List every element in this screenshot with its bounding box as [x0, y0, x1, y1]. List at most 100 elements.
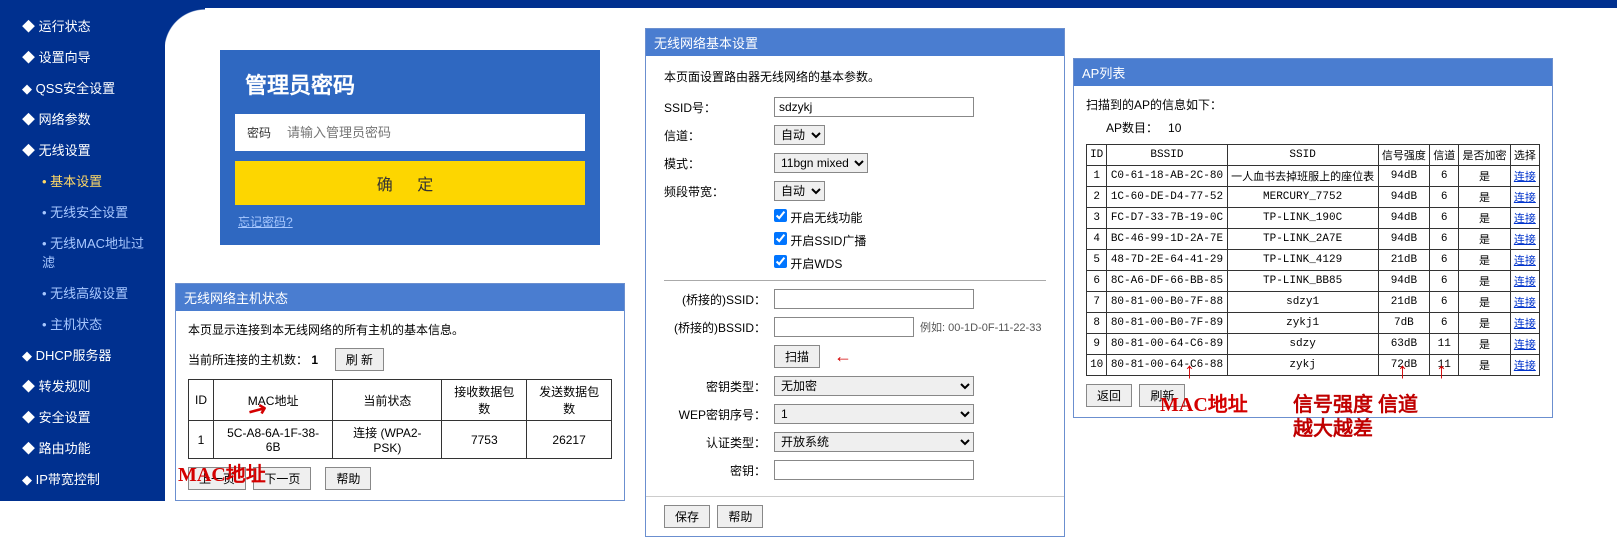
table-header: 当前状态: [333, 380, 442, 421]
connect-link[interactable]: 连接: [1514, 319, 1536, 331]
ap-table: IDBSSIDSSID信号强度信道是否加密选择 1C0-61-18-AB-2C-…: [1086, 144, 1540, 376]
bridge-bssid-label: (桥接的)BSSID：: [664, 319, 774, 336]
auth-type-label: 认证类型：: [664, 434, 774, 451]
panel-title: AP列表: [1074, 59, 1552, 86]
sidebar-item[interactable]: ◆ IP与MAC绑定: [0, 494, 165, 525]
host-desc: 本页显示连接到本无线网络的所有主机的基本信息。: [188, 321, 612, 338]
connect-link[interactable]: 连接: [1514, 256, 1536, 268]
bridge-bssid-input[interactable]: [774, 317, 914, 337]
bandwidth-label: 频段带宽：: [664, 183, 774, 200]
table-header: 信道: [1430, 145, 1459, 166]
wep-idx-select[interactable]: 1: [774, 404, 974, 424]
channel-select[interactable]: 自动: [774, 125, 825, 145]
table-row: 68C-A6-DF-66-BB-85TP-LINK_BB8594dB6是连接: [1087, 271, 1540, 292]
table-header: SSID: [1227, 145, 1378, 166]
refresh-button[interactable]: 刷 新: [335, 348, 384, 371]
connect-link[interactable]: 连接: [1514, 172, 1536, 184]
table-row: 3FC-D7-33-7B-19-0CTP-LINK_190C94dB6是连接: [1087, 208, 1540, 229]
sidebar-item[interactable]: ◆ 转发规则: [0, 370, 165, 401]
password-input[interactable]: [287, 125, 573, 140]
table-row: 15C-A8-6A-1F-38-6B连接 (WPA2-PSK)775326217: [189, 421, 612, 459]
ap-list-panel: AP列表 扫描到的AP的信息如下： AP数目： 10 IDBSSIDSSID信号…: [1073, 58, 1553, 418]
host-table: IDMAC地址当前状态接收数据包数发送数据包数 15C-A8-6A-1F-38-…: [188, 379, 612, 459]
enable-wds-checkbox[interactable]: [774, 255, 787, 268]
table-row: 880-81-00-B0-7F-89zykj17dB6是连接: [1087, 313, 1540, 334]
back-button[interactable]: 返回: [1086, 384, 1132, 407]
arrow-icon: ↑: [1397, 358, 1408, 384]
sidebar-item[interactable]: ◆ 网络参数: [0, 103, 165, 134]
table-header: MAC地址: [214, 380, 333, 421]
wireless-settings-panel: 无线网络基本设置 本页面设置路由器无线网络的基本参数。 SSID号： 信道：自动…: [645, 28, 1065, 537]
forgot-password-link[interactable]: 忘记密码?: [220, 205, 311, 230]
table-header: 接收数据包数: [442, 380, 527, 421]
auth-type-select[interactable]: 开放系统: [774, 432, 974, 452]
panel-title: 无线网络基本设置: [646, 29, 1064, 56]
connect-link[interactable]: 连接: [1514, 214, 1536, 226]
password-label: 密码: [247, 124, 287, 141]
sidebar-item[interactable]: ◆ DHCP服务器: [0, 339, 165, 370]
arrow-icon: ←: [834, 346, 852, 367]
key-label: 密钥：: [664, 462, 774, 479]
sidebar-item[interactable]: ◆ 安全设置: [0, 401, 165, 432]
login-submit-button[interactable]: 确 定: [235, 161, 585, 205]
connect-link[interactable]: 连接: [1514, 277, 1536, 289]
save-button[interactable]: 保存: [664, 505, 710, 528]
connect-link[interactable]: 连接: [1514, 340, 1536, 352]
chk-label: 开启无线功能: [790, 211, 862, 225]
channel-label: 信道：: [664, 127, 774, 144]
arrow-icon: ↑: [1184, 358, 1195, 384]
mode-select[interactable]: 11bgn mixed: [774, 153, 868, 173]
scan-button[interactable]: 扫描: [774, 345, 820, 368]
sidebar-item[interactable]: • 无线高级设置: [0, 277, 165, 308]
bandwidth-select[interactable]: 自动: [774, 181, 825, 201]
connect-link[interactable]: 连接: [1514, 235, 1536, 247]
ap-desc: 扫描到的AP的信息如下：: [1086, 96, 1540, 113]
help-button[interactable]: 帮助: [325, 467, 371, 490]
sidebar-item[interactable]: ◆ 路由功能: [0, 432, 165, 463]
table-row: 1C0-61-18-AB-2C-80一人血书去掉班服上的座位表94dB6是连接: [1087, 166, 1540, 187]
sidebar-item[interactable]: ◆ 运行状态: [0, 10, 165, 41]
help-button[interactable]: 帮助: [717, 505, 763, 528]
login-panel: 管理员密码 密码 确 定 忘记密码?: [220, 50, 600, 245]
connect-link[interactable]: 连接: [1514, 361, 1536, 373]
mode-label: 模式：: [664, 155, 774, 172]
bssid-example: 例如: 00-1D-0F-11-22-33: [920, 319, 1041, 335]
chk-label: 开启SSID广播: [790, 234, 866, 248]
ap-count-label: AP数目：: [1106, 121, 1158, 135]
ssid-input[interactable]: [774, 97, 974, 117]
table-row: 21C-60-DE-D4-77-52MERCURY_775294dB6是连接: [1087, 187, 1540, 208]
chk-label: 开启WDS: [790, 257, 842, 271]
sidebar-item[interactable]: • 主机状态: [0, 308, 165, 339]
table-row: 780-81-00-B0-7F-88sdzy121dB6是连接: [1087, 292, 1540, 313]
sidebar-item[interactable]: • 无线安全设置: [0, 196, 165, 227]
arrow-icon: ↑: [1436, 358, 1447, 384]
table-header: 发送数据包数: [527, 380, 612, 421]
enable-wireless-checkbox[interactable]: [774, 209, 787, 222]
bridge-ssid-input[interactable]: [774, 289, 974, 309]
panel-title: 无线网络主机状态: [176, 284, 624, 311]
sidebar: ◆ 运行状态◆ 设置向导◆ QSS安全设置◆ 网络参数◆ 无线设置• 基本设置•…: [0, 0, 165, 501]
enable-ssid-broadcast-checkbox[interactable]: [774, 232, 787, 245]
password-row: 密码: [235, 114, 585, 151]
sidebar-item[interactable]: • 基本设置: [0, 165, 165, 196]
sidebar-item[interactable]: ◆ 无线设置: [0, 134, 165, 165]
annotation-signal-desc: 越大越差: [1293, 412, 1373, 441]
key-type-select[interactable]: 无加密: [774, 376, 974, 396]
ap-count-value: 10: [1168, 121, 1181, 135]
sidebar-item[interactable]: ◆ 设置向导: [0, 41, 165, 72]
table-header: 选择: [1510, 145, 1539, 166]
sidebar-item[interactable]: ◆ QSS安全设置: [0, 72, 165, 103]
connect-link[interactable]: 连接: [1514, 298, 1536, 310]
bridge-ssid-label: (桥接的)SSID：: [664, 291, 774, 308]
wep-idx-label: WEP密钥序号：: [664, 406, 774, 423]
table-row: 548-7D-2E-64-41-29TP-LINK_412921dB6是连接: [1087, 250, 1540, 271]
sidebar-item[interactable]: ◆ IP带宽控制: [0, 463, 165, 494]
key-input[interactable]: [774, 460, 974, 480]
wifi-desc: 本页面设置路由器无线网络的基本参数。: [664, 68, 1046, 85]
table-row: 1080-81-00-64-C6-88zykj72dB11是连接: [1087, 355, 1540, 376]
sidebar-item[interactable]: • 无线MAC地址过滤: [0, 227, 165, 277]
table-row: 4BC-46-99-1D-2A-7ETP-LINK_2A7E94dB6是连接: [1087, 229, 1540, 250]
connect-link[interactable]: 连接: [1514, 193, 1536, 205]
login-title: 管理员密码: [220, 50, 600, 114]
ssid-label: SSID号：: [664, 99, 774, 116]
